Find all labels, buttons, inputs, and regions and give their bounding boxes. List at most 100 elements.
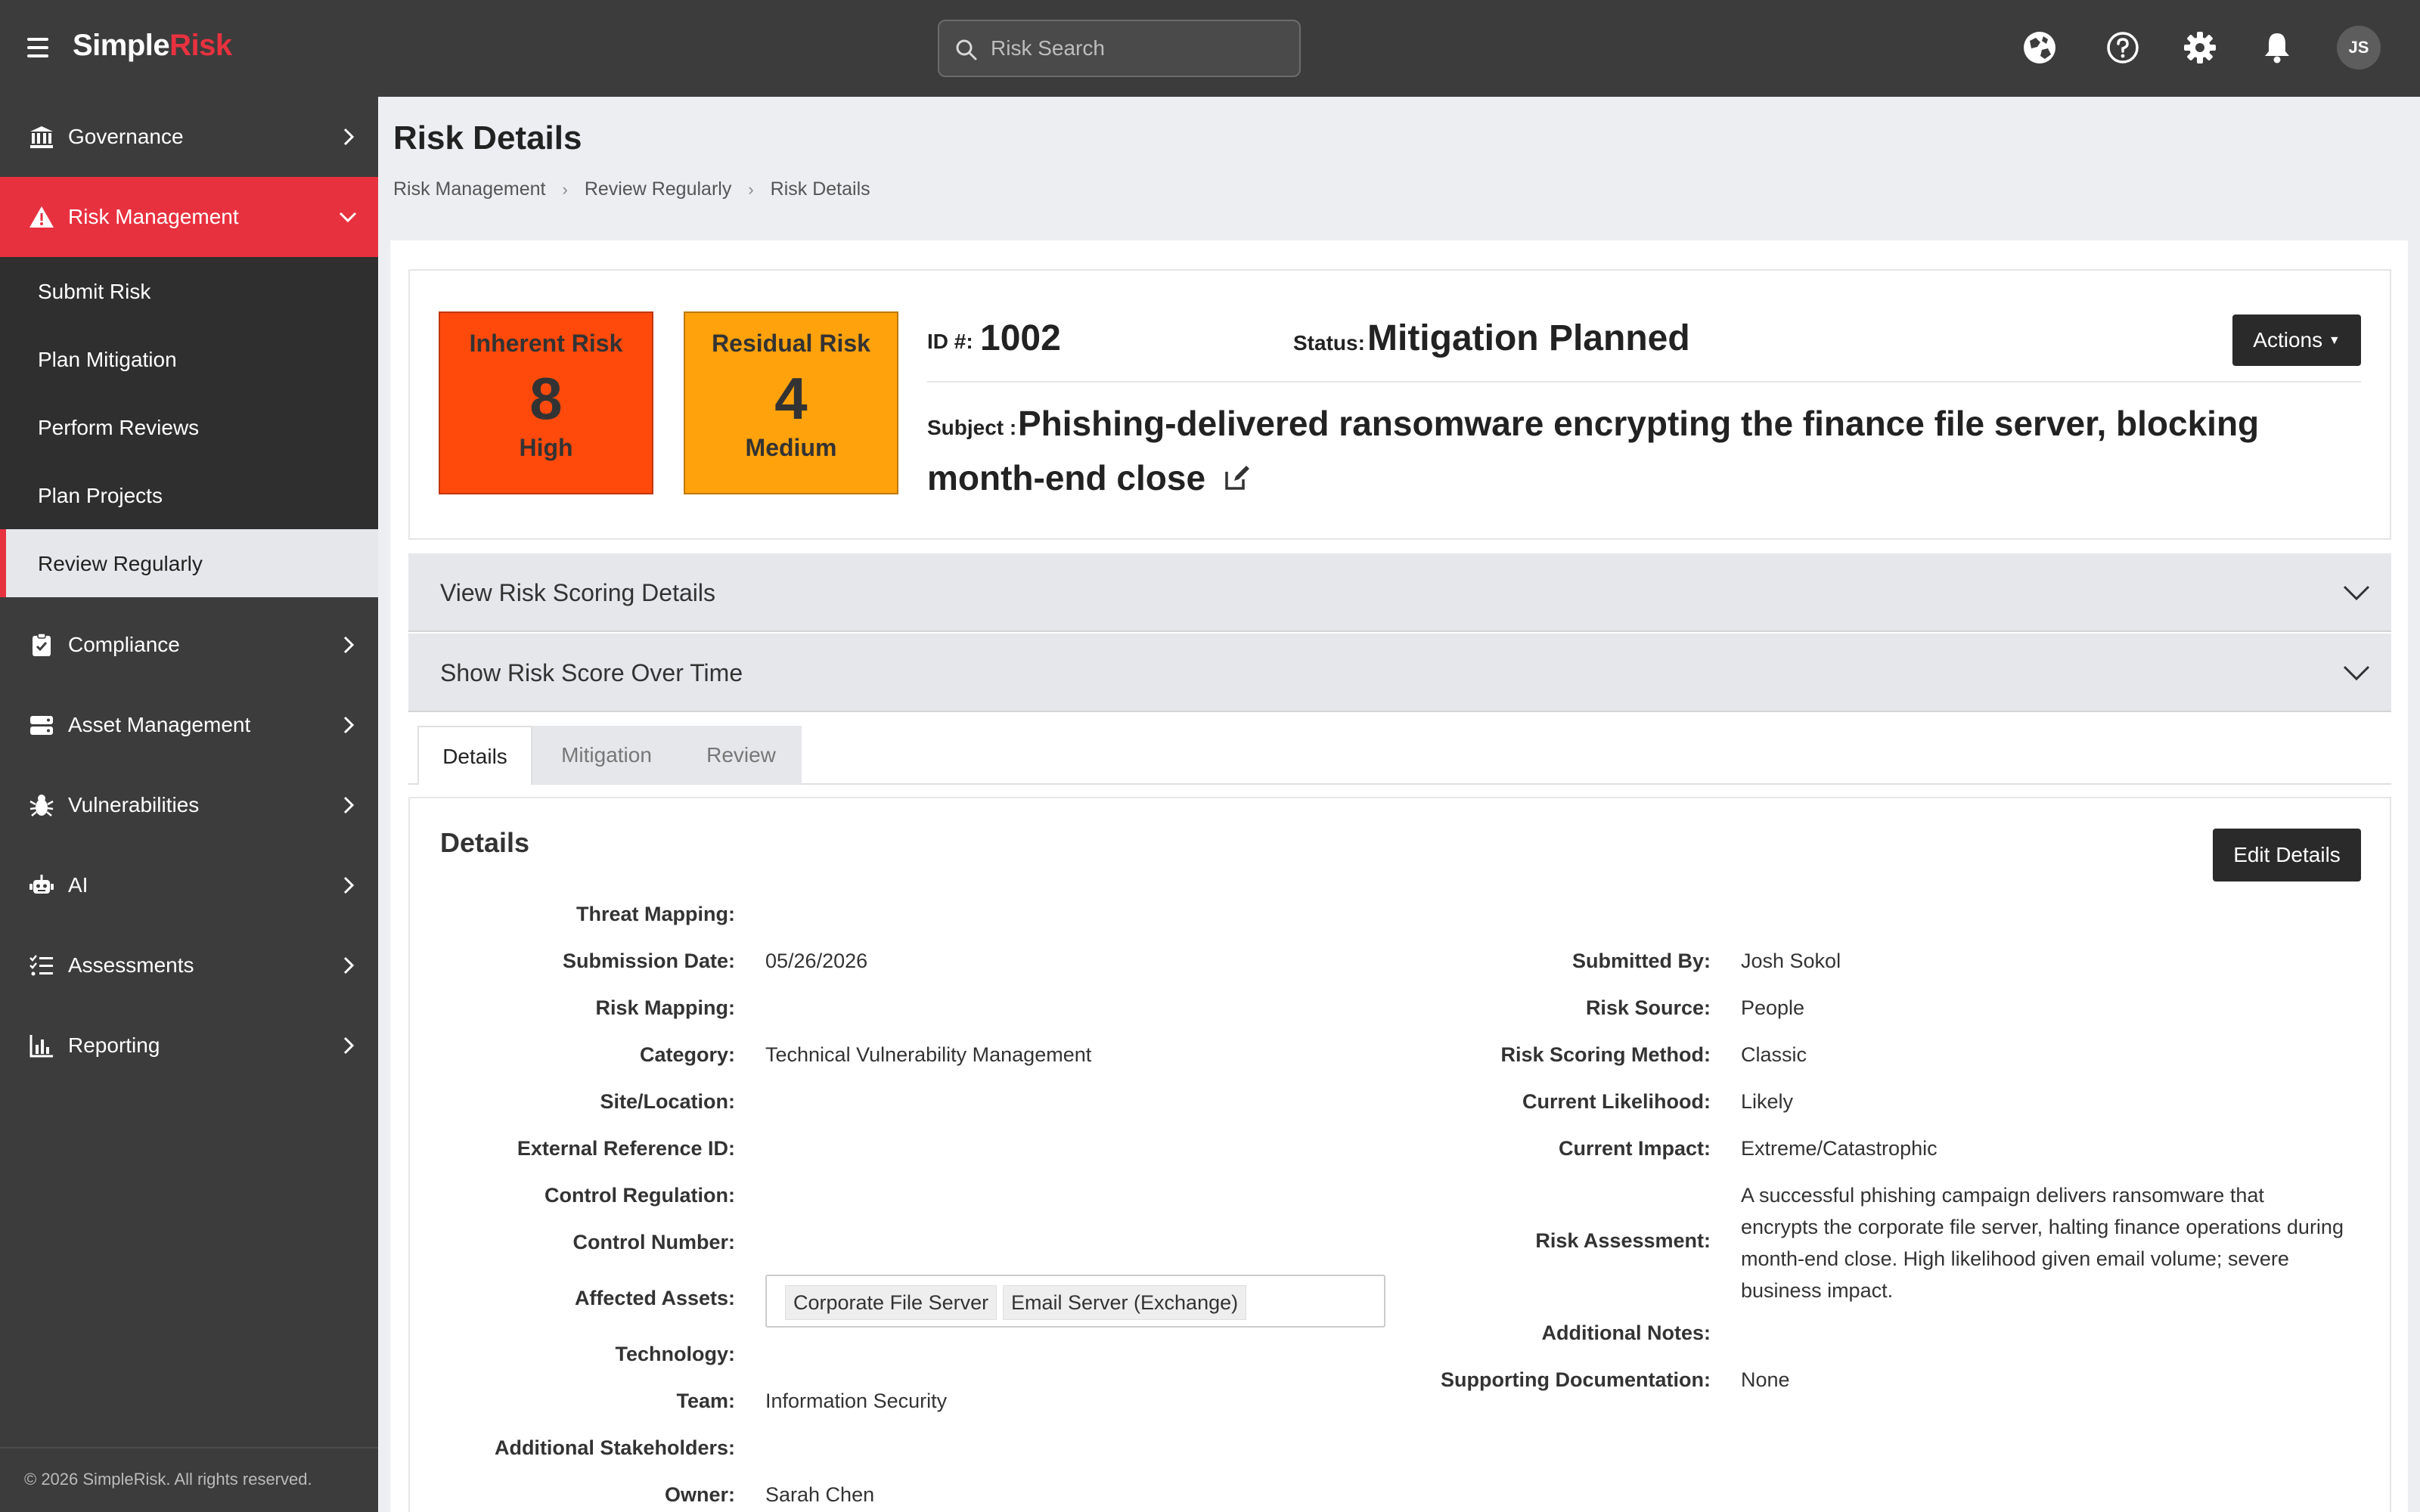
sidebar-item-label: Vulnerabilities <box>68 793 200 816</box>
field-label-control-number: Control Number: <box>572 1231 735 1253</box>
sidebar-item-asset-management[interactable]: Asset Management <box>0 685 378 765</box>
chevron-right-icon <box>343 636 355 654</box>
chevron-down-icon <box>2343 585 2370 601</box>
field-value-submitted-by: Josh Sokol <box>1741 950 1841 972</box>
settings-icon[interactable] <box>2181 29 2219 67</box>
breadcrumb-separator-icon: › <box>562 180 568 199</box>
field-label-supporting-documentation: Supporting Documentation: <box>1441 1368 1711 1391</box>
field-label-risk-assessment: Risk Assessment: <box>1535 1229 1711 1252</box>
sidebar-footer-divider <box>0 1447 378 1448</box>
field-label-additional-notes: Additional Notes: <box>1541 1321 1711 1344</box>
breadcrumb-item[interactable]: Risk Management <box>393 178 545 200</box>
user-avatar[interactable]: JS <box>2337 26 2381 70</box>
chevron-right-icon <box>343 128 355 146</box>
submenu-item-perform-reviews[interactable]: Perform Reviews <box>0 393 378 461</box>
logo-accent: Risk <box>169 29 232 62</box>
residual-risk-score: 4 <box>774 365 808 432</box>
submenu-item-submit-risk[interactable]: Submit Risk <box>0 257 378 325</box>
notification-bell-icon[interactable] <box>2258 29 2296 67</box>
sidebar-item-governance[interactable]: Governance <box>0 97 378 177</box>
field-value-risk-scoring-method: Classic <box>1741 1043 1807 1066</box>
top-navbar: SimpleRisk JS <box>0 0 2420 97</box>
risk-management-submenu: Submit Risk Plan Mitigation Perform Revi… <box>0 257 378 597</box>
warning-icon <box>29 206 54 228</box>
hamburger-menu-icon[interactable] <box>27 38 48 57</box>
submenu-item-plan-mitigation[interactable]: Plan Mitigation <box>0 325 378 393</box>
help-icon[interactable] <box>2104 29 2142 67</box>
accordion-risk-scoring-details[interactable]: View Risk Scoring Details <box>408 553 2391 632</box>
breadcrumb-item-current: Risk Details <box>770 178 870 200</box>
field-label-external-reference-id: External Reference ID: <box>517 1137 735 1160</box>
sidebar-item-ai[interactable]: AI <box>0 845 378 925</box>
risk-search-box[interactable] <box>938 20 1301 77</box>
sidebar-item-risk-management[interactable]: Risk Management <box>0 177 378 257</box>
caret-down-icon: ▼ <box>2328 334 2341 347</box>
field-label-additional-stakeholders: Additional Stakeholders: <box>494 1436 735 1459</box>
breadcrumb-separator-icon: › <box>748 180 754 199</box>
asset-tag[interactable]: Email Server (Exchange) <box>1003 1285 1247 1320</box>
chevron-down-icon <box>339 212 357 223</box>
residual-risk-level: Medium <box>745 434 837 461</box>
sidebar-item-compliance[interactable]: Compliance <box>0 605 378 685</box>
sidebar-footer: © 2026 SimpleRisk. All rights reserved. <box>24 1470 312 1489</box>
sidebar-item-label: Risk Management <box>68 205 239 228</box>
affected-assets-field[interactable]: Corporate File Server Email Server (Exch… <box>765 1275 1385 1328</box>
field-label-site-location: Site/Location: <box>600 1090 735 1113</box>
app-logo[interactable]: SimpleRisk <box>73 29 232 63</box>
field-label-control-regulation: Control Regulation: <box>544 1184 735 1207</box>
chevron-right-icon <box>343 796 355 814</box>
logo-primary: Simple <box>73 29 170 62</box>
tab-review[interactable]: Review <box>681 726 802 785</box>
clipboard-check-icon <box>33 633 51 656</box>
accordion-label: Show Risk Score Over Time <box>440 659 743 686</box>
submenu-label: Submit Risk <box>38 280 151 303</box>
chevron-right-icon <box>343 716 355 734</box>
risk-status-label: Status: <box>1293 331 1365 355</box>
subject-value: Phishing-delivered ransomware encrypting… <box>927 396 2364 505</box>
submenu-label: Plan Projects <box>38 484 163 507</box>
submenu-label: Perform Reviews <box>38 416 200 439</box>
submenu-item-review-regularly[interactable]: Review Regularly <box>0 529 378 597</box>
chevron-right-icon <box>343 876 355 894</box>
server-icon <box>30 716 53 735</box>
sidebar-item-label: Assessments <box>68 953 194 977</box>
field-value-submission-date: 05/26/2026 <box>765 950 868 972</box>
field-label-technology: Technology: <box>615 1343 736 1365</box>
risk-status-value: Mitigation Planned <box>1367 318 1690 358</box>
sidebar-item-label: AI <box>68 873 88 897</box>
sidebar-item-label: Asset Management <box>68 713 251 736</box>
sidebar-item-vulnerabilities[interactable]: Vulnerabilities <box>0 765 378 845</box>
sidebar-item-assessments[interactable]: Assessments <box>0 925 378 1005</box>
asset-tag[interactable]: Corporate File Server <box>785 1285 997 1320</box>
sidebar-item-label: Governance <box>68 125 184 148</box>
residual-risk-box: Residual Risk 4 Medium <box>684 311 898 494</box>
field-label-owner: Owner: <box>664 1483 735 1506</box>
inherent-risk-score: 8 <box>529 365 563 432</box>
field-value-current-impact: Extreme/Catastrophic <box>1741 1137 1938 1160</box>
sidebar-item-label: Reporting <box>68 1033 160 1057</box>
field-label-risk-source: Risk Source: <box>1585 996 1711 1019</box>
language-icon[interactable] <box>2021 29 2059 67</box>
search-input[interactable] <box>991 32 1286 65</box>
sidebar-item-reporting[interactable]: Reporting <box>0 1005 378 1086</box>
field-value-supporting-documentation: None <box>1741 1368 1790 1391</box>
accordion-risk-score-over-time[interactable]: Show Risk Score Over Time <box>408 634 2391 712</box>
submenu-label: Review Regularly <box>38 552 203 575</box>
breadcrumb-item[interactable]: Review Regularly <box>585 178 732 200</box>
list-check-icon <box>29 955 53 976</box>
submenu-item-plan-projects[interactable]: Plan Projects <box>0 461 378 529</box>
submenu-label: Plan Mitigation <box>38 348 177 371</box>
field-label-submitted-by: Submitted By: <box>1571 950 1711 972</box>
field-value-team: Information Security <box>765 1390 948 1412</box>
edit-subject-icon[interactable] <box>1222 463 1252 493</box>
field-label-risk-mapping: Risk Mapping: <box>595 996 735 1019</box>
chevron-right-icon <box>343 956 355 974</box>
chevron-right-icon <box>343 1036 355 1055</box>
field-label-threat-mapping: Threat Mapping: <box>576 903 735 925</box>
tab-mitigation[interactable]: Mitigation <box>532 726 681 785</box>
actions-dropdown-button[interactable]: Actions ▼ <box>2232 314 2361 366</box>
field-label-current-likelihood: Current Likelihood: <box>1522 1090 1711 1113</box>
tab-details[interactable]: Details <box>417 726 532 785</box>
field-value-owner: Sarah Chen <box>765 1483 875 1506</box>
edit-details-button[interactable]: Edit Details <box>2213 829 2361 881</box>
